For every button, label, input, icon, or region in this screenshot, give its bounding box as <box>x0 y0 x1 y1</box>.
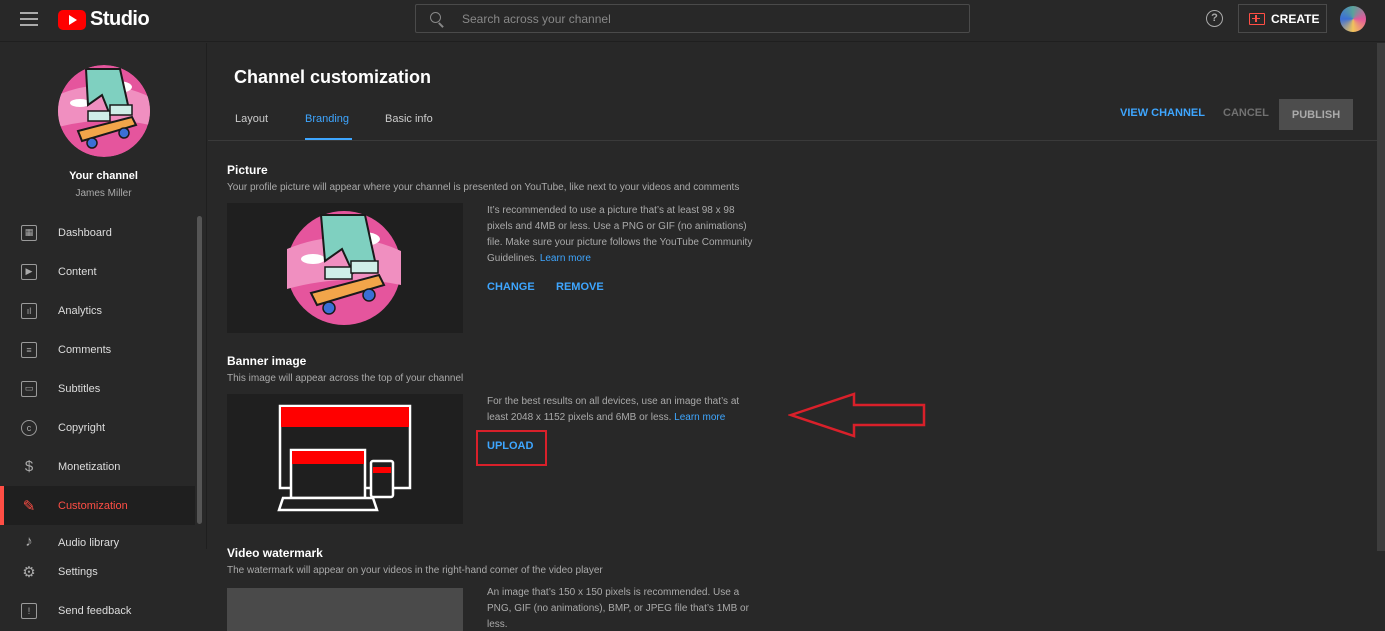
account-avatar[interactable] <box>1340 6 1366 32</box>
cancel-button[interactable]: CANCEL <box>1223 107 1269 119</box>
sidebar-item-dashboard[interactable]: ▦ Dashboard <box>0 213 195 252</box>
banner-info: For the best results on all devices, use… <box>487 394 762 426</box>
annotation-arrow-icon <box>788 392 926 438</box>
comments-icon: ≡ <box>21 341 37 358</box>
change-picture-button[interactable]: CHANGE <box>487 281 535 293</box>
sidebar-item-label: Subtitles <box>58 382 101 395</box>
tab-layout[interactable]: Layout <box>235 113 268 125</box>
banner-section-title: Banner image <box>227 354 307 368</box>
sidebar-item-label: Comments <box>58 343 112 356</box>
channel-avatar[interactable] <box>58 65 150 157</box>
watermark-section-desc: The watermark will appear on your videos… <box>227 565 603 576</box>
top-bar: Studio ? CREATE <box>0 0 1385 42</box>
search-icon <box>430 11 444 26</box>
sidebar-item-label: Send feedback <box>58 604 132 617</box>
your-channel-label[interactable]: Your channel <box>0 170 207 182</box>
banner-preview <box>227 394 463 524</box>
picture-section-title: Picture <box>227 163 268 177</box>
sidebar-item-settings[interactable]: ⚙ Settings <box>0 552 195 591</box>
search-box[interactable] <box>415 4 970 33</box>
watermark-preview <box>227 588 463 631</box>
sidebar-item-label: Monetization <box>58 460 121 473</box>
content-icon: ▶ <box>21 263 37 280</box>
analytics-icon: ıl <box>21 302 37 319</box>
sidebar-item-label: Audio library <box>58 537 120 549</box>
header-divider <box>208 140 1377 141</box>
watermark-info: An image that’s 150 x 150 pixels is reco… <box>487 587 749 630</box>
subtitles-icon: ▭ <box>21 380 37 397</box>
sidebar-item-send-feedback[interactable]: ! Send feedback <box>0 591 195 630</box>
search-input[interactable] <box>462 11 942 26</box>
sidebar-item-label: Dashboard <box>58 226 112 239</box>
sidebar-item-label: Settings <box>58 565 98 578</box>
page-title: Channel customization <box>234 67 432 87</box>
main-scrollbar[interactable] <box>1377 43 1385 551</box>
sidebar-scrollbar[interactable] <box>197 216 202 524</box>
copyright-icon: c <box>21 419 37 436</box>
sidebar-item-analytics[interactable]: ıl Analytics <box>0 291 195 330</box>
sidebar-item-monetization[interactable]: $ Monetization <box>0 447 195 486</box>
create-button-label: CREATE <box>1271 11 1320 26</box>
sidebar-item-label: Copyright <box>58 421 106 434</box>
feedback-icon: ! <box>21 602 37 619</box>
sidebar-bottom: ⚙ Settings ! Send feedback <box>0 549 207 631</box>
sidebar-item-audio-library[interactable]: ♪ Audio library <box>0 525 195 550</box>
sidebar-item-comments[interactable]: ≡ Comments <box>0 330 195 369</box>
banner-section-desc: This image will appear across the top of… <box>227 373 464 384</box>
sidebar-item-label: Analytics <box>58 304 103 317</box>
picture-learn-more-link[interactable]: Learn more <box>540 253 591 264</box>
help-icon[interactable]: ? <box>1206 10 1223 27</box>
customization-icon: ✎ <box>22 497 36 515</box>
tab-basic-info[interactable]: Basic info <box>385 113 433 125</box>
picture-info: It’s recommended to use a picture that’s… <box>487 203 762 267</box>
logo-text: Studio <box>90 8 150 30</box>
watermark-section-title: Video watermark <box>227 546 323 560</box>
dashboard-icon: ▦ <box>21 224 37 241</box>
audio-library-icon: ♪ <box>25 532 33 550</box>
sidebar-item-subtitles[interactable]: ▭ Subtitles <box>0 369 195 408</box>
publish-button[interactable]: PUBLISH <box>1279 99 1353 130</box>
sidebar-item-label: Customization <box>58 499 128 512</box>
sidebar-item-content[interactable]: ▶ Content <box>0 252 195 291</box>
channel-name: James Miller <box>75 188 132 199</box>
picture-info-text: It’s recommended to use a picture that’s… <box>487 205 753 264</box>
create-button[interactable]: CREATE <box>1238 4 1327 33</box>
sidebar-item-copyright[interactable]: c Copyright <box>0 408 195 447</box>
picture-preview <box>227 203 463 333</box>
studio-logo[interactable]: Studio <box>58 8 150 31</box>
main-content: Channel customization Layout Branding Ba… <box>208 43 1385 631</box>
remove-picture-button[interactable]: REMOVE <box>556 281 604 293</box>
picture-section-desc: Your profile picture will appear where y… <box>227 182 740 193</box>
sidebar-item-customization[interactable]: ✎ Customization <box>0 486 195 525</box>
menu-icon[interactable] <box>20 12 38 26</box>
sidebar-item-label: Content <box>58 265 97 278</box>
annotation-highlight-box <box>476 430 547 466</box>
sidebar: Your channel James Miller ▦ Dashboard ▶ … <box>0 43 207 631</box>
youtube-logo-icon <box>58 9 86 30</box>
create-video-icon <box>1249 12 1265 25</box>
monetization-icon: $ <box>24 458 34 475</box>
tab-branding[interactable]: Branding <box>305 113 349 125</box>
settings-icon: ⚙ <box>22 563 36 581</box>
view-channel-button[interactable]: VIEW CHANNEL <box>1120 107 1205 119</box>
banner-learn-more-link[interactable]: Learn more <box>674 412 725 423</box>
